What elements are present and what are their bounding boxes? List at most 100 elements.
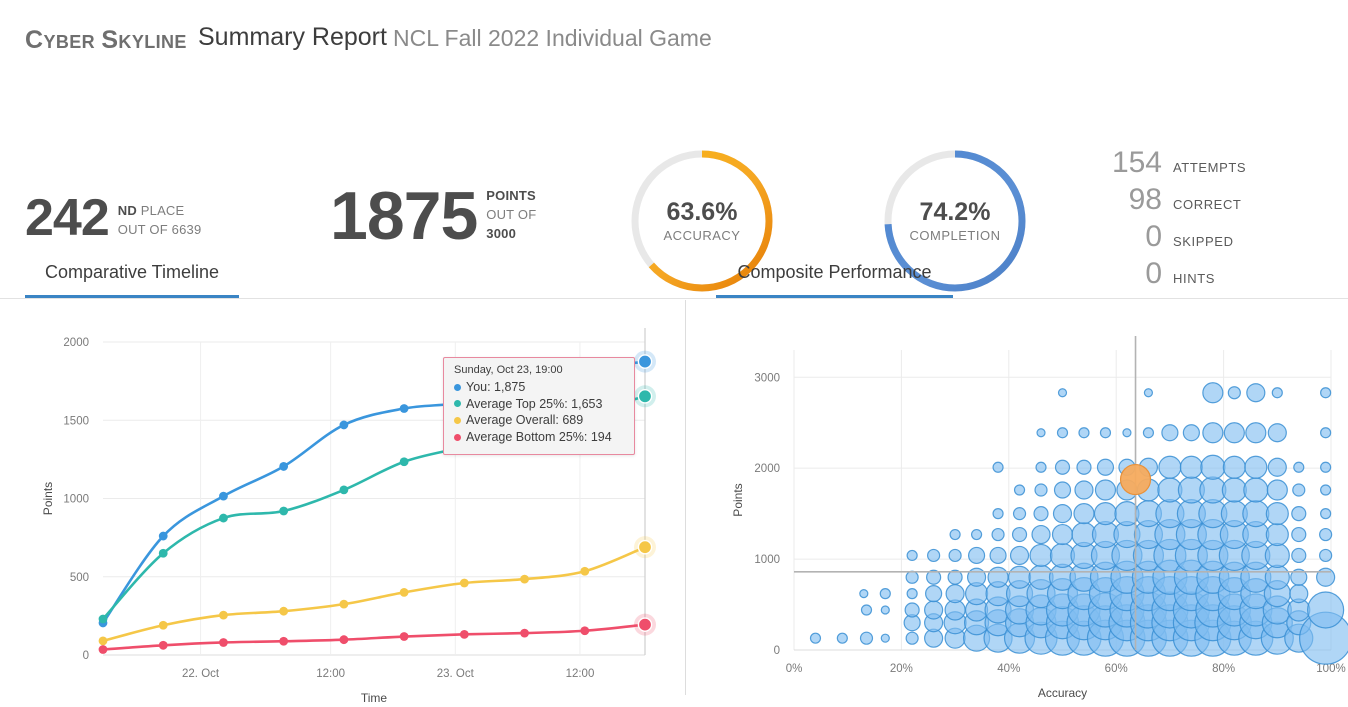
- bubble[interactable]: [904, 602, 920, 618]
- bubble[interactable]: [1182, 424, 1200, 442]
- series-point[interactable]: [158, 640, 168, 650]
- bubble[interactable]: [1053, 481, 1072, 499]
- bubble[interactable]: [1320, 427, 1332, 439]
- tab-composite-performance[interactable]: Composite Performance: [716, 250, 953, 298]
- bubble[interactable]: [1221, 477, 1247, 503]
- bubble[interactable]: [1200, 454, 1226, 480]
- series-point[interactable]: [580, 566, 590, 576]
- bubble[interactable]: [1078, 427, 1090, 439]
- bubble[interactable]: [1265, 522, 1289, 547]
- series-point-active[interactable]: [637, 354, 653, 369]
- bubble[interactable]: [1293, 461, 1305, 473]
- bubble[interactable]: [1161, 424, 1179, 442]
- bubble[interactable]: [1076, 459, 1092, 475]
- series-point[interactable]: [98, 645, 108, 654]
- bubble[interactable]: [1052, 504, 1073, 524]
- bubble[interactable]: [927, 548, 941, 563]
- series-point[interactable]: [339, 635, 349, 645]
- bubble[interactable]: [1074, 480, 1094, 500]
- bubble[interactable]: [1320, 387, 1332, 399]
- series-point[interactable]: [459, 629, 469, 639]
- bubble[interactable]: [1034, 483, 1048, 497]
- bubble[interactable]: [1012, 507, 1027, 521]
- bubble[interactable]: [1222, 455, 1246, 479]
- bubble[interactable]: [949, 528, 961, 541]
- bubble[interactable]: [1202, 422, 1224, 444]
- series-point[interactable]: [399, 404, 409, 413]
- bubble[interactable]: [1289, 584, 1309, 604]
- bubble[interactable]: [1057, 388, 1068, 398]
- bubble[interactable]: [1264, 564, 1290, 590]
- bubble[interactable]: [925, 585, 943, 603]
- series-point[interactable]: [279, 506, 289, 516]
- series-point[interactable]: [279, 636, 289, 646]
- series-point-active[interactable]: [637, 539, 653, 555]
- series-point[interactable]: [580, 626, 590, 636]
- series-point[interactable]: [98, 636, 108, 646]
- bubble[interactable]: [905, 570, 919, 584]
- bubble[interactable]: [1036, 428, 1046, 438]
- bubble[interactable]: [1122, 428, 1132, 438]
- series-point[interactable]: [158, 531, 168, 541]
- bubble[interactable]: [1291, 506, 1307, 522]
- bubble[interactable]: [1094, 479, 1117, 501]
- bubble[interactable]: [1320, 461, 1332, 473]
- bubble[interactable]: [906, 588, 918, 600]
- bubble[interactable]: [1291, 547, 1307, 564]
- bubble[interactable]: [1265, 502, 1289, 526]
- series-point[interactable]: [339, 420, 349, 430]
- series-point[interactable]: [219, 638, 228, 647]
- bubble[interactable]: [924, 600, 944, 620]
- bubble[interactable]: [1142, 427, 1155, 439]
- bubble[interactable]: [991, 527, 1005, 542]
- series-point[interactable]: [279, 606, 289, 616]
- bubble[interactable]: [989, 546, 1007, 565]
- bubble[interactable]: [1291, 526, 1307, 543]
- bubble[interactable]: [1266, 479, 1288, 501]
- bubble[interactable]: [1319, 548, 1333, 563]
- bubble[interactable]: [987, 566, 1009, 588]
- bubble[interactable]: [992, 508, 1004, 520]
- bubble[interactable]: [1271, 387, 1283, 399]
- bubble[interactable]: [945, 584, 965, 604]
- your-bubble[interactable]: [1119, 463, 1152, 496]
- bubble[interactable]: [948, 548, 962, 563]
- series-point[interactable]: [158, 620, 168, 630]
- series-point[interactable]: [219, 513, 228, 523]
- tab-comparative-timeline[interactable]: Comparative Timeline: [25, 250, 239, 298]
- series-point[interactable]: [459, 578, 469, 588]
- bubble[interactable]: [1267, 423, 1287, 443]
- bubble[interactable]: [1242, 500, 1270, 528]
- bubble[interactable]: [1292, 483, 1306, 497]
- series-point[interactable]: [520, 574, 529, 584]
- series-point[interactable]: [98, 614, 108, 624]
- series-point[interactable]: [520, 628, 529, 638]
- bubble[interactable]: [966, 567, 987, 587]
- bubble[interactable]: [879, 588, 891, 600]
- bubble[interactable]: [1246, 383, 1266, 403]
- bubble[interactable]: [1007, 565, 1032, 589]
- bubble[interactable]: [1316, 567, 1336, 587]
- bubble[interactable]: [809, 632, 822, 644]
- bubble[interactable]: [1245, 422, 1267, 444]
- bubble[interactable]: [1320, 484, 1332, 496]
- bubble[interactable]: [880, 633, 890, 643]
- bubble[interactable]: [1223, 422, 1245, 444]
- bubble[interactable]: [860, 604, 873, 616]
- bubble[interactable]: [967, 546, 986, 565]
- series-point[interactable]: [339, 599, 349, 609]
- series-point[interactable]: [399, 588, 409, 597]
- series-point-active[interactable]: [637, 389, 653, 404]
- bubble[interactable]: [1307, 591, 1345, 629]
- bubble[interactable]: [1267, 457, 1287, 477]
- bubble[interactable]: [1099, 427, 1112, 439]
- bubble[interactable]: [1056, 427, 1069, 439]
- series-point[interactable]: [219, 491, 228, 501]
- bubble[interactable]: [1143, 388, 1154, 398]
- series-point[interactable]: [399, 457, 409, 467]
- bubble[interactable]: [1054, 459, 1071, 475]
- series-point[interactable]: [219, 610, 228, 620]
- bubble[interactable]: [1093, 502, 1118, 526]
- bubble[interactable]: [1227, 386, 1241, 400]
- bubble[interactable]: [1013, 484, 1026, 496]
